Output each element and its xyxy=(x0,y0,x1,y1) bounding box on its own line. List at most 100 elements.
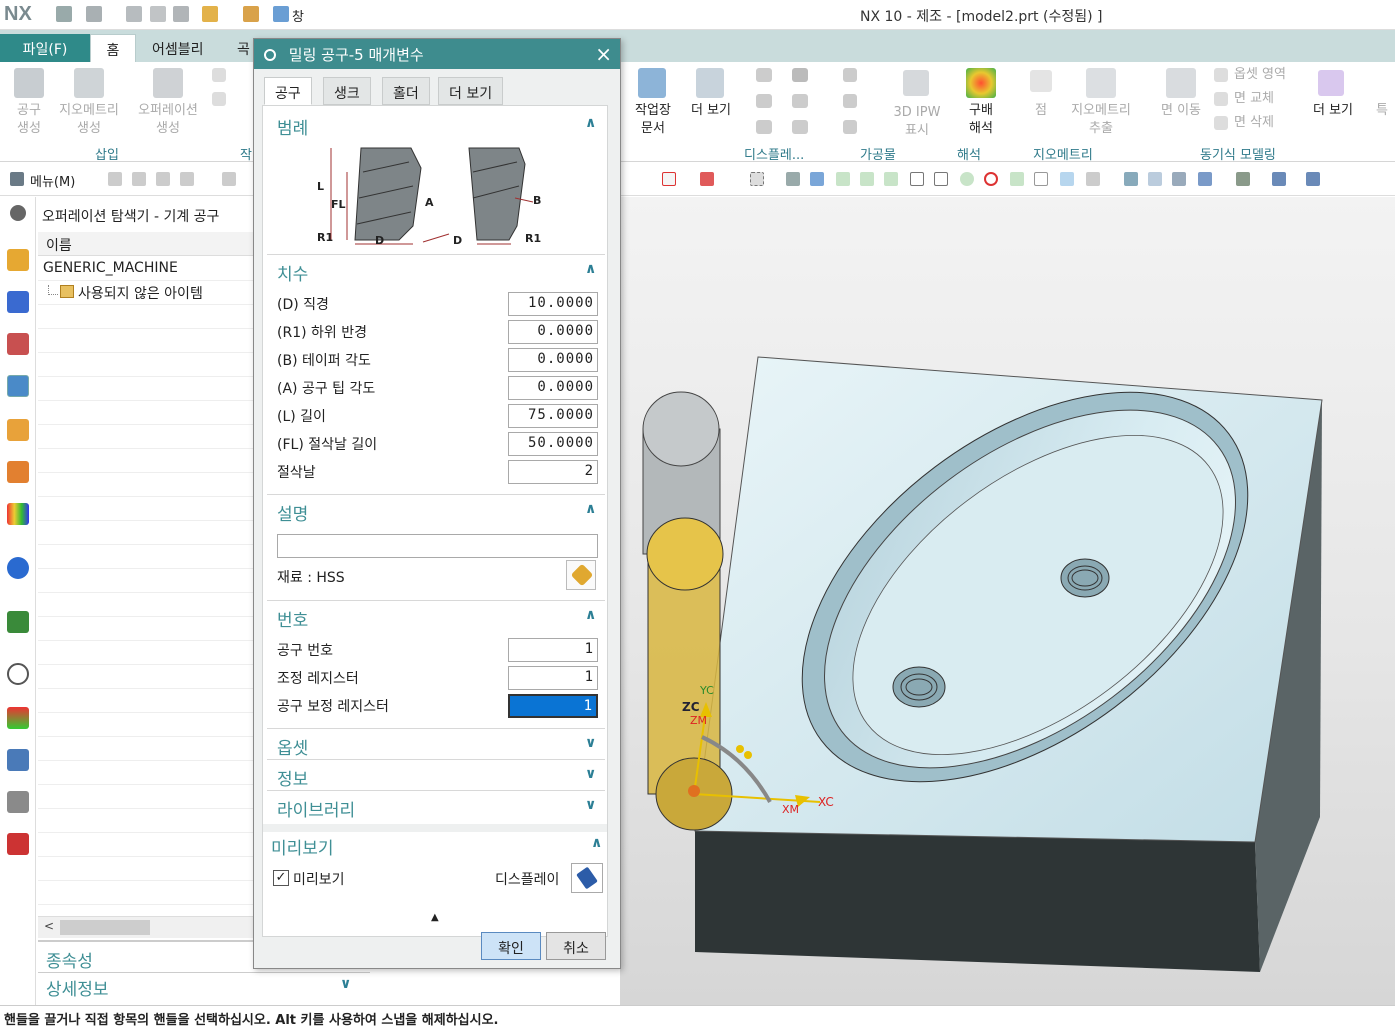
group-sync-modeling[interactable]: 동기식 모델링 xyxy=(1200,144,1276,163)
tool-icon[interactable] xyxy=(108,172,122,186)
cut-icon[interactable] xyxy=(126,6,142,22)
tab-tool[interactable]: 공구 xyxy=(264,77,312,105)
shop-doc-button[interactable]: 작업장 문서 xyxy=(628,102,678,138)
tab-more[interactable]: 더 보기 xyxy=(438,77,504,105)
roles-icon[interactable] xyxy=(7,833,29,855)
numbers-section[interactable]: 번호 xyxy=(277,606,308,631)
tool-icon[interactable] xyxy=(180,172,194,186)
create-operation-icon[interactable] xyxy=(153,68,183,98)
create-operation-button[interactable]: 오퍼레이션 생성 xyxy=(132,102,204,138)
manufacturing-wizard-icon[interactable] xyxy=(7,791,29,813)
tool-icon[interactable] xyxy=(243,6,259,22)
tool-number-field[interactable]: 1 xyxy=(508,638,598,662)
rotate-icon[interactable] xyxy=(1172,172,1186,186)
draft-analysis-button[interactable]: 구배 해석 xyxy=(958,102,1004,138)
description-input[interactable] xyxy=(277,534,598,558)
machine-navigator-icon[interactable] xyxy=(7,375,29,397)
adjust-register-field[interactable]: 1 xyxy=(508,666,598,690)
tab-home[interactable]: 홈 xyxy=(90,34,136,62)
tab-assembly[interactable]: 어셈블리 xyxy=(140,34,216,62)
tip-angle-field[interactable]: 0.0000 xyxy=(508,376,598,400)
preview-section[interactable]: 미리보기 xyxy=(271,834,334,859)
cube-icon[interactable] xyxy=(810,172,824,186)
draft-analysis-icon[interactable] xyxy=(966,68,996,98)
ipw-icon[interactable] xyxy=(843,68,857,82)
group-analysis[interactable]: 해석 xyxy=(957,144,981,163)
orient-icon[interactable] xyxy=(1198,172,1212,186)
more-view-button[interactable]: 더 보기 xyxy=(686,102,736,120)
move-face-icon[interactable] xyxy=(1166,68,1196,98)
more-view-icon-2[interactable] xyxy=(1318,70,1344,96)
window-icon[interactable] xyxy=(273,6,289,22)
machine-tool-icon[interactable] xyxy=(7,291,29,313)
close-icon[interactable]: × xyxy=(595,42,612,66)
legend-section[interactable]: 범례 xyxy=(277,114,308,139)
lower-radius-field[interactable]: 0.0000 xyxy=(508,320,598,344)
flute-length-field[interactable]: 50.0000 xyxy=(508,432,598,456)
system-materials-icon[interactable] xyxy=(7,707,29,729)
ipw-icon[interactable] xyxy=(843,120,857,134)
group-display[interactable]: 디스플레... xyxy=(744,144,804,163)
info-icon[interactable] xyxy=(7,557,29,579)
small-icon[interactable] xyxy=(212,92,226,106)
preview-checkbox[interactable]: ✓ xyxy=(273,870,289,886)
scroll-thumb[interactable] xyxy=(60,920,150,935)
snap-icon[interactable] xyxy=(1060,172,1074,186)
snap-icon[interactable] xyxy=(700,172,714,186)
save-icon[interactable] xyxy=(56,6,72,22)
group-machining[interactable]: 가공물 xyxy=(860,144,896,163)
zoom-icon[interactable] xyxy=(1148,172,1162,186)
dialog-header[interactable]: 밀링 공구-5 매개변수 × xyxy=(254,39,620,69)
create-geometry-button[interactable]: 지오메트리 생성 xyxy=(54,102,124,138)
chevron-down-icon[interactable]: ∨ xyxy=(585,735,596,751)
move-face-button[interactable]: 면 이동 xyxy=(1156,102,1206,120)
gear-icon[interactable] xyxy=(10,205,26,221)
length-field[interactable]: 75.0000 xyxy=(508,404,598,428)
snap-icon[interactable] xyxy=(662,172,676,186)
display-button[interactable] xyxy=(571,863,603,893)
point-button[interactable]: 점 xyxy=(1030,102,1052,120)
description-section[interactable]: 설명 xyxy=(277,500,308,525)
more-view-icon[interactable] xyxy=(696,68,724,98)
snap-icon[interactable] xyxy=(1034,172,1048,186)
chevron-down-icon[interactable]: ∨ xyxy=(585,797,596,813)
fit-icon[interactable] xyxy=(1124,172,1138,186)
graphics-window[interactable]: ZC ZM XM XC YC xyxy=(620,197,1395,1005)
create-geometry-icon[interactable] xyxy=(74,68,104,98)
diameter-field[interactable]: 10.0000 xyxy=(508,292,598,316)
snap-endpoint-icon[interactable] xyxy=(836,172,850,186)
menu-icon[interactable] xyxy=(10,172,24,186)
snap-center-icon[interactable] xyxy=(960,172,974,186)
table-row[interactable]: GENERIC_MACHINE xyxy=(38,257,253,281)
menu-button[interactable]: 메뉴(M) xyxy=(30,171,75,190)
paste-icon[interactable] xyxy=(173,6,189,22)
cancel-button[interactable]: 취소 xyxy=(546,932,606,960)
cutcom-register-field[interactable]: 1 xyxy=(508,694,598,718)
part-navigator-icon[interactable] xyxy=(7,333,29,355)
tool-icon[interactable] xyxy=(222,172,236,186)
render-icon[interactable] xyxy=(1236,172,1250,186)
chevron-down-icon[interactable]: ∨ xyxy=(585,766,596,782)
view-icon[interactable] xyxy=(1306,172,1320,186)
chevron-down-icon[interactable]: ∨ xyxy=(340,976,351,992)
reuse-library-icon[interactable] xyxy=(7,419,29,441)
tab-file[interactable]: 파일(F) xyxy=(0,34,90,62)
ipw-display-button[interactable]: 3D IPW 표시 xyxy=(890,104,944,140)
tool-icon[interactable] xyxy=(156,172,170,186)
scroll-left-icon[interactable]: < xyxy=(44,919,54,933)
tool-icon[interactable] xyxy=(132,172,146,186)
offset-section[interactable]: 옵셋 xyxy=(277,734,308,759)
update-icon[interactable] xyxy=(202,6,218,22)
special-button[interactable]: 특 xyxy=(1376,102,1388,120)
offset-region-button[interactable]: 옵셋 영역 xyxy=(1234,66,1286,84)
replace-face-icon[interactable] xyxy=(1214,92,1228,106)
material-wrench-button[interactable] xyxy=(566,560,596,590)
delete-face-icon[interactable] xyxy=(1214,116,1228,130)
snap-icon[interactable] xyxy=(934,172,948,186)
history-clock-icon[interactable] xyxy=(7,663,29,685)
display-icon[interactable] xyxy=(756,120,772,134)
extract-geometry-button[interactable]: 지오메트리 추출 xyxy=(1062,102,1140,138)
hd3d-icon[interactable] xyxy=(7,461,29,483)
copy-icon[interactable] xyxy=(150,6,166,22)
ok-button[interactable]: 확인 xyxy=(481,932,541,960)
